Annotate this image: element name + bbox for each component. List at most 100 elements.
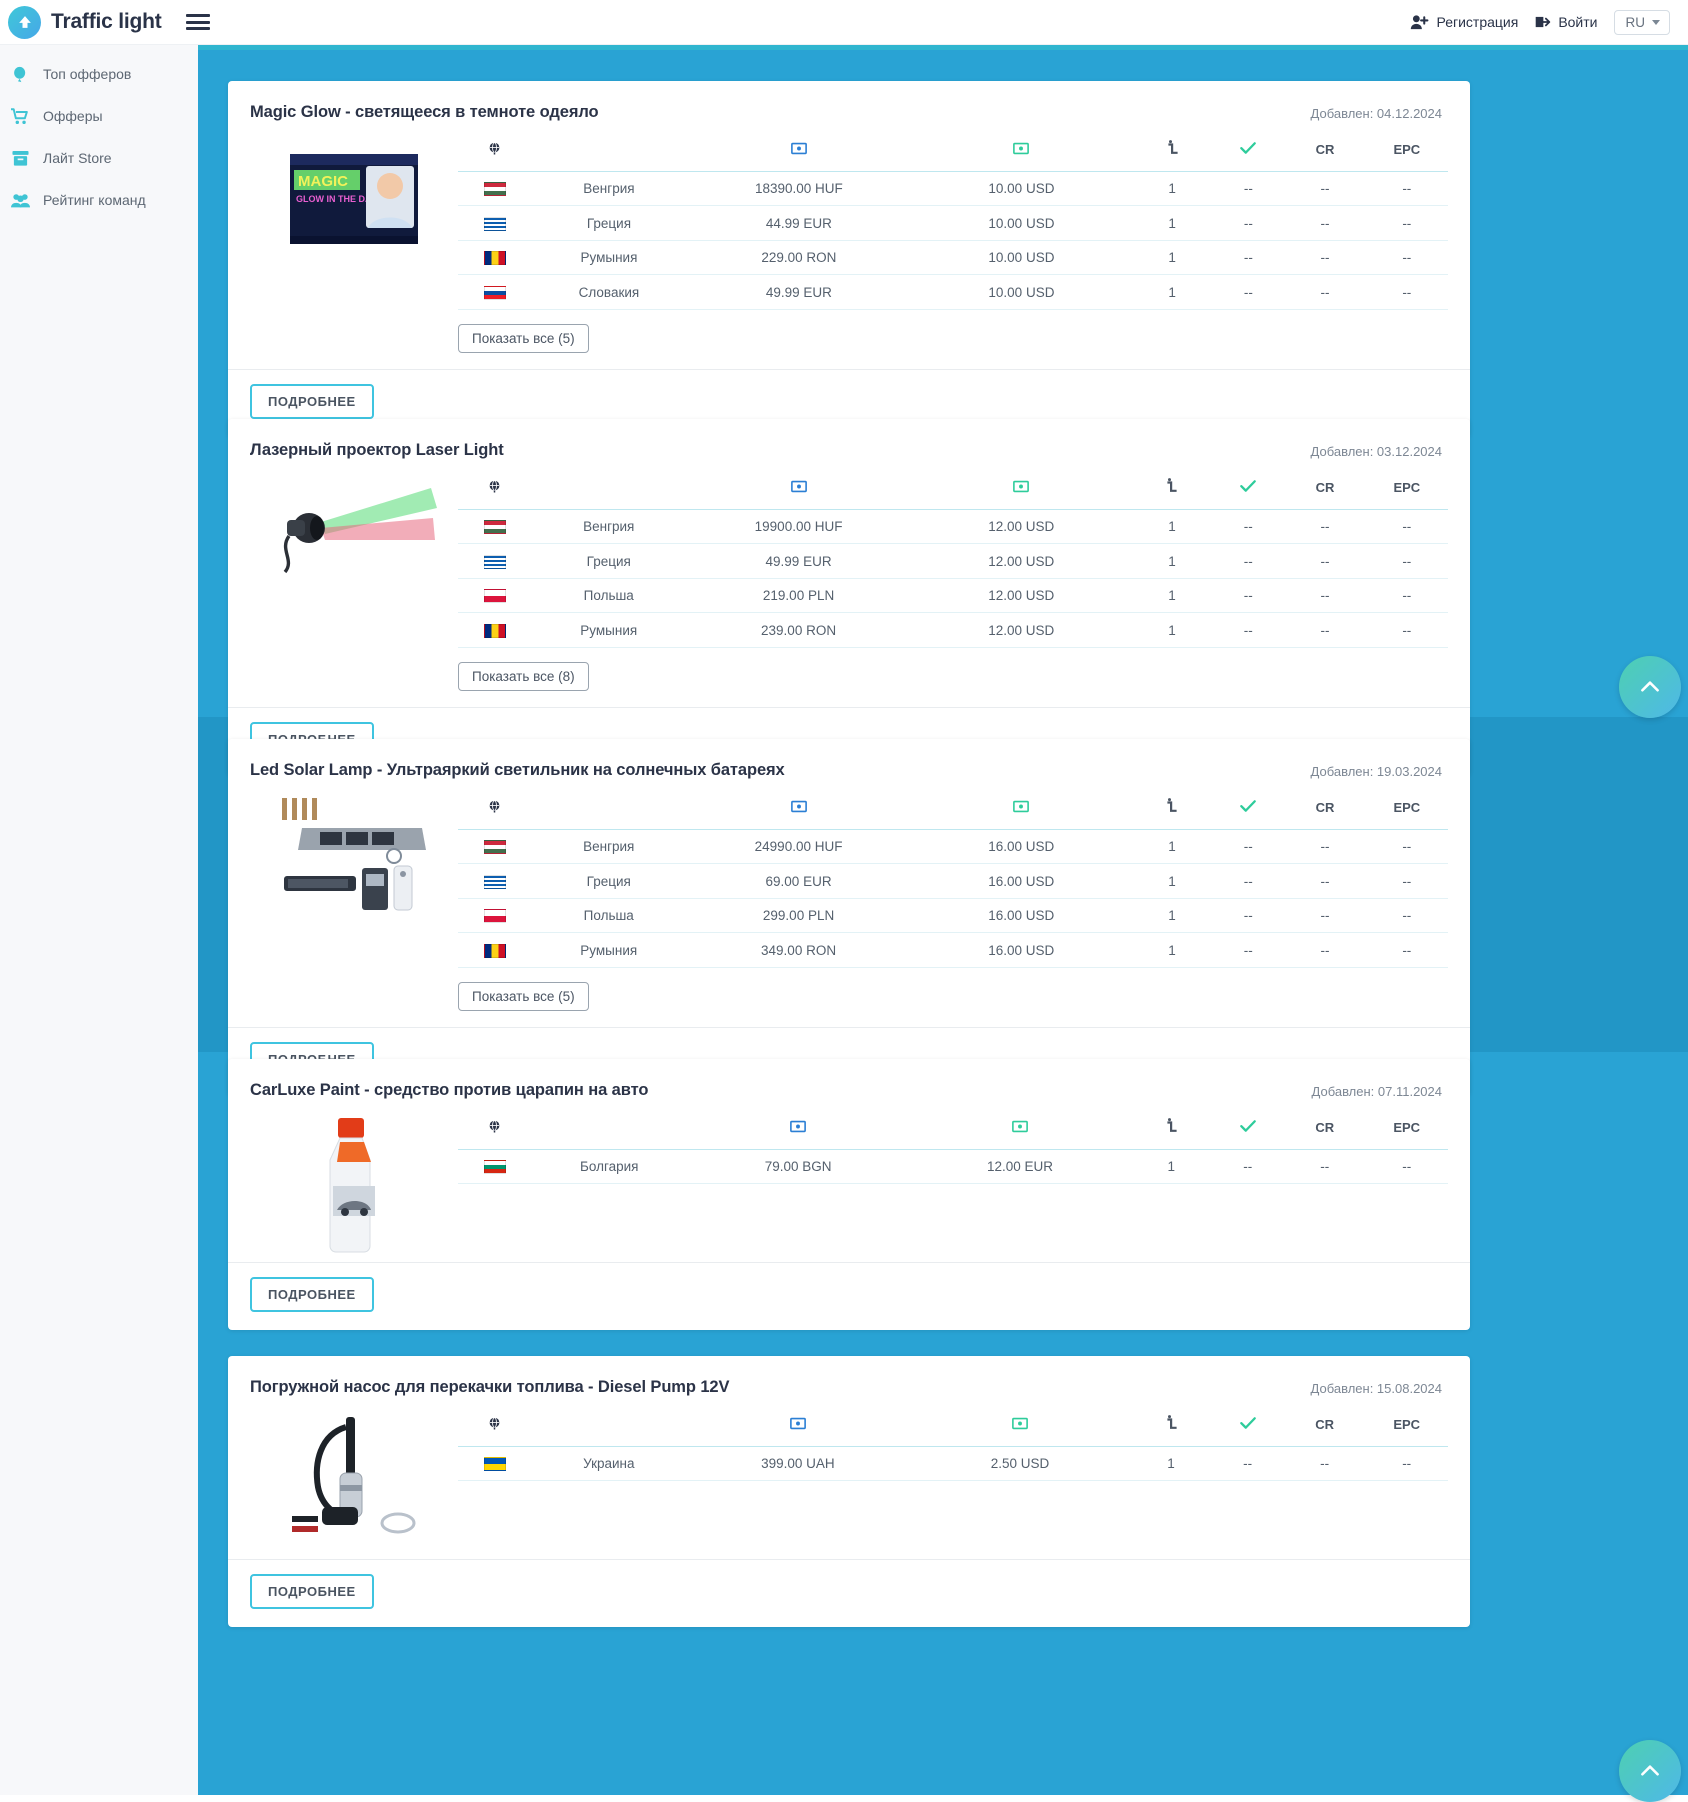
column-header-cr: CR: [1284, 788, 1366, 830]
column-header-flag: [458, 1108, 532, 1150]
details-button[interactable]: ПОДРОБНЕЕ: [250, 1277, 374, 1313]
product-price: 44.99 EUR: [686, 205, 911, 241]
sidebar-item-top-offers[interactable]: Топ офферов: [0, 53, 198, 95]
offer-card[interactable]: Погружной насос для перекачки топлива - …: [228, 1356, 1470, 1628]
column-header-country: [531, 1108, 688, 1150]
approve-rate: --: [1212, 274, 1285, 310]
check-icon: [1240, 142, 1257, 154]
payout-amount: 12.00 USD: [910, 612, 1132, 648]
offer-card[interactable]: Led Solar Lamp - Ультраяркий светильник …: [228, 739, 1470, 1095]
users-group-icon: [10, 192, 30, 209]
sidebar-item-offers[interactable]: Офферы: [0, 95, 198, 137]
epc-value: --: [1365, 1149, 1448, 1185]
payout-amount: 12.00 USD: [910, 509, 1132, 545]
login-label: Войти: [1558, 14, 1598, 30]
show-all-wrap-empty: [458, 1481, 1448, 1559]
country-flag-cell: [458, 898, 532, 934]
chevron-up-icon: [1641, 681, 1659, 692]
language-selector[interactable]: RU: [1613, 9, 1670, 35]
column-header-payout: [910, 130, 1132, 172]
country-name: Венгрия: [531, 829, 687, 865]
hold-days: 1: [1130, 1149, 1212, 1185]
check-icon: [1240, 480, 1257, 492]
hold-time-icon: [1167, 478, 1178, 492]
hold-days: 1: [1131, 274, 1213, 310]
sidebar-item-team-rating[interactable]: Рейтинг команд: [0, 179, 198, 221]
sidebar: Топ офферов Офферы Лайт Store Рейтинг ко…: [0, 45, 198, 1795]
product-price: 49.99 EUR: [686, 274, 911, 310]
column-header-payout: [910, 788, 1132, 830]
offer-card-header: Magic Glow - светящееся в темноте одеяло…: [228, 81, 1470, 122]
column-header-epc: EPC: [1365, 1405, 1448, 1447]
sidebar-item-label: Лайт Store: [43, 150, 112, 166]
table-row: Румыния 239.00 RON 12.00 USD 1 -- -- --: [458, 612, 1448, 648]
column-header-label: CR: [1315, 142, 1335, 157]
product-price: 24990.00 HUF: [686, 829, 911, 865]
cr-value: --: [1284, 898, 1366, 934]
offer-card[interactable]: Magic Glow - светящееся в темноте одеяло…: [228, 81, 1470, 437]
brand-logo[interactable]: Traffic light: [0, 5, 162, 39]
offer-card-body: CR EPC Венгрия 19900.00 HUF 12.00 USD 1 -- -- --…: [228, 460, 1470, 707]
brand-name: Traffic light: [51, 10, 162, 33]
column-header-label: CR: [1315, 480, 1335, 495]
approve-rate: --: [1212, 578, 1285, 614]
approve-rate: --: [1212, 171, 1285, 207]
column-header-country: [531, 468, 687, 510]
column-header-price: [686, 788, 911, 830]
column-header-payout: [910, 468, 1132, 510]
offer-thumbnail: [250, 1100, 458, 1262]
language-value: RU: [1625, 14, 1646, 30]
details-button[interactable]: ПОДРОБНЕЕ: [250, 383, 374, 419]
banknote-blue-icon: [789, 1417, 806, 1429]
show-all-button[interactable]: Показать все (8): [458, 661, 589, 691]
payout-amount: 16.00 USD: [910, 898, 1132, 934]
cr-value: --: [1284, 171, 1366, 207]
table-row: Греция 44.99 EUR 10.00 USD 1 -- -- --: [458, 205, 1448, 241]
hamburger-menu-icon[interactable]: [185, 12, 210, 32]
register-button[interactable]: Регистрация: [1410, 14, 1518, 30]
table-row: Румыния 349.00 RON 16.00 USD 1 -- -- --: [458, 932, 1448, 968]
hold-days: 1: [1131, 612, 1213, 648]
cr-value: --: [1284, 578, 1366, 614]
scroll-to-top-button[interactable]: [1619, 656, 1681, 718]
product-price: 239.00 RON: [686, 612, 911, 648]
product-image: MAGICGLOW IN THE DARK: [290, 154, 418, 244]
country-name: Словакия: [531, 274, 687, 310]
column-header-approve: [1211, 1405, 1284, 1447]
offer-card[interactable]: Лазерный проектор Laser Light Добавлен: 0…: [228, 419, 1470, 775]
table-row: Венгрия 19900.00 HUF 12.00 USD 1 -- -- --: [458, 509, 1448, 545]
offer-geo-table: CR EPC Венгрия 18390.00 HUF 10.00 USD 1 -- -- --…: [458, 130, 1448, 310]
column-header-price: [686, 1405, 910, 1447]
column-header-hold: [1130, 1405, 1212, 1447]
show-all-button[interactable]: Показать все (5): [458, 323, 589, 353]
show-all-button[interactable]: Показать все (5): [458, 981, 589, 1011]
approve-rate: --: [1211, 1446, 1284, 1482]
offer-card[interactable]: CarLuxe Paint - средство против царапин …: [228, 1059, 1470, 1331]
column-header-hold: [1131, 468, 1213, 510]
product-image: [282, 798, 426, 911]
archive-box-icon: [10, 150, 30, 167]
hold-days: 1: [1131, 863, 1213, 899]
banknote-blue-icon: [790, 800, 807, 812]
offer-card-footer: ПОДРОБНЕЕ: [228, 1559, 1470, 1627]
column-header-label: EPC: [1393, 480, 1421, 495]
globe-icon: [489, 1416, 500, 1429]
details-button[interactable]: ПОДРОБНЕЕ: [250, 1574, 374, 1610]
epc-value: --: [1365, 863, 1448, 899]
sidebar-item-light-store[interactable]: Лайт Store: [0, 137, 198, 179]
table-row: Украина 399.00 UAH 2.50 USD 1 -- -- --: [458, 1446, 1448, 1482]
payout-amount: 12.00 USD: [910, 543, 1132, 579]
offer-title: Погружной насос для перекачки топлива - …: [250, 1378, 730, 1396]
login-button[interactable]: Войти: [1534, 14, 1598, 30]
column-header-hold: [1130, 1108, 1212, 1150]
chevron-up-icon: [1641, 1765, 1659, 1776]
banknote-blue-icon: [790, 142, 807, 154]
hold-time-icon: [1167, 140, 1178, 154]
hold-days: 1: [1131, 898, 1213, 934]
table-row: Польша 299.00 PLN 16.00 USD 1 -- -- --: [458, 898, 1448, 934]
column-header-epc: EPC: [1365, 788, 1448, 830]
epc-value: --: [1365, 578, 1448, 614]
country-flag-cell: [458, 543, 532, 579]
hold-days: 1: [1131, 578, 1213, 614]
scroll-to-top-button-secondary[interactable]: [1619, 1740, 1681, 1802]
